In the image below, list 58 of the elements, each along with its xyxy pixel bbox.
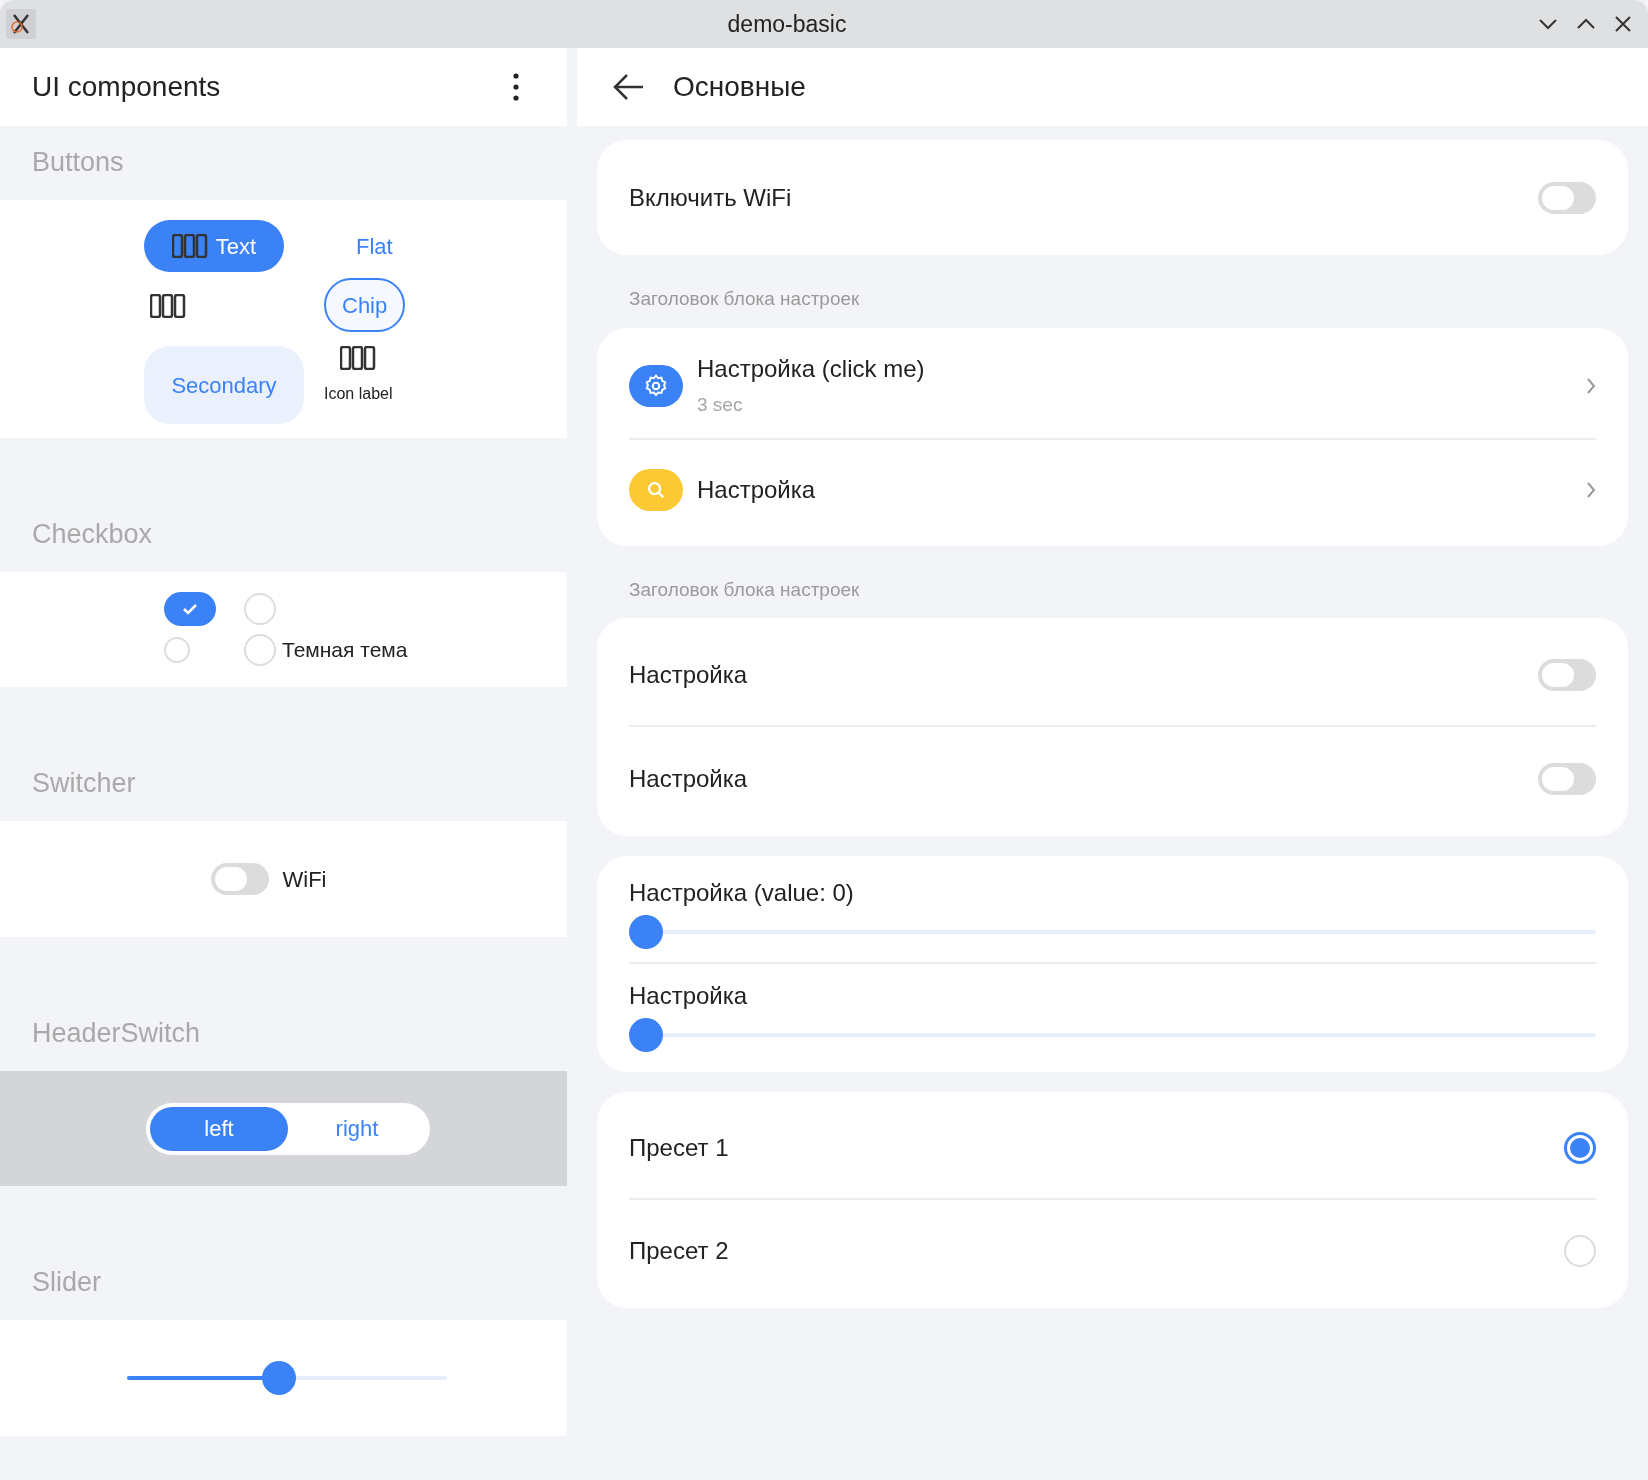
secondary-button[interactable]: Secondary [144,346,304,424]
slider-thumb[interactable] [629,1018,663,1052]
slider[interactable] [629,1018,1596,1052]
page-title: Основные [673,70,806,104]
chevron-right-icon [1586,480,1596,499]
minimize-icon[interactable] [1538,18,1558,30]
setting-label: Настройка [629,659,748,690]
panel-title: UI components [32,70,221,104]
radio-button[interactable] [1564,1132,1596,1164]
back-arrow-icon[interactable] [613,73,645,101]
primary-button[interactable]: Text [144,220,284,272]
slider[interactable] [629,915,1596,949]
section-title: Checkbox [32,517,153,551]
setting-label: Настройка [629,981,749,1011]
setting-label: Пресет 2 [629,1236,729,1266]
setting-label: Пресет 1 [629,1133,729,1163]
toggle-switch[interactable] [1538,762,1596,795]
slider-thumb[interactable] [629,915,663,949]
icon-label: Icon label [324,384,393,404]
section-title: Slider [32,1265,102,1299]
setting-label: Настройка [697,474,817,505]
group-header: Заголовок блока настроек [628,287,861,311]
section-title: Buttons [32,145,124,179]
checkbox[interactable] [164,592,216,626]
segment-tab[interactable]: left [150,1106,288,1151]
check-icon [181,602,199,616]
segment-tab[interactable]: right [288,1106,426,1151]
setting-row[interactable]: Настройка [629,439,1596,540]
app-icon [6,9,36,39]
flat-button[interactable]: Flat [344,220,405,272]
chevron-right-icon [1586,376,1596,395]
section-title: HeaderSwitch [32,1016,201,1050]
window-title: demo-basic [726,9,848,39]
maximize-icon[interactable] [1576,18,1596,30]
more-options-icon[interactable] [513,73,519,101]
slider[interactable] [127,1361,447,1395]
checkbox[interactable] [244,634,276,666]
setting-subtitle: 3 sec [697,393,744,418]
chip-button[interactable]: Chip [324,278,406,332]
slider-thumb[interactable] [261,1361,296,1395]
switch-label: WiFi [282,865,327,894]
checkbox[interactable] [244,593,276,625]
setting-row[interactable]: Настройка (click me) 3 sec [629,333,1596,440]
close-icon[interactable] [1614,15,1632,33]
toggle-switch[interactable] [210,863,269,895]
setting-label: Настройка (value: 0) [629,878,855,908]
group-header: Заголовок блока настроек [628,577,861,602]
section-title: Switcher [32,766,136,800]
setting-label: Включить WiFi [629,182,792,213]
settings-icon [643,372,669,399]
checkbox[interactable] [164,637,190,663]
missing-glyph-icon [340,346,377,370]
setting-label: Настройка [629,763,748,794]
checkbox-label: Темная тема [282,637,408,664]
toggle-switch[interactable] [1538,181,1596,214]
toggle-switch[interactable] [1538,658,1596,691]
missing-glyph-icon [171,234,208,258]
setting-label: Настройка (click me) [697,354,926,385]
